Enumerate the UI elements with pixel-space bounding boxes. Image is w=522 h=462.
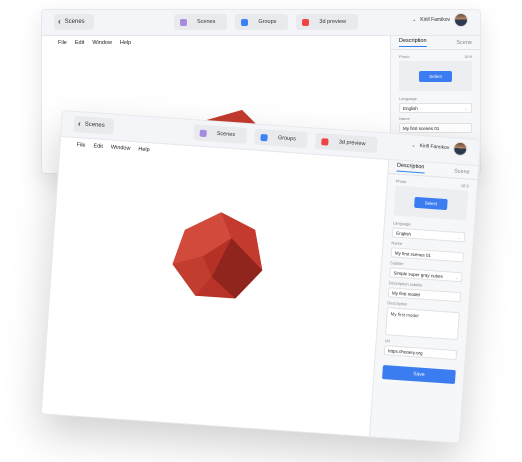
menu-file[interactable]: File	[58, 40, 67, 46]
menu-edit[interactable]: Edit	[75, 40, 84, 46]
tab-scenes-label: Scenes	[216, 130, 236, 139]
menu-window[interactable]: Window	[92, 40, 112, 46]
photo-label: Photo	[395, 178, 407, 185]
back-button-label: Scenes	[84, 121, 105, 130]
language-select[interactable]: English ⌄	[399, 103, 472, 113]
back-button[interactable]: ‹ Scenes	[73, 115, 115, 135]
groups-icon	[260, 133, 269, 141]
tab-description[interactable]: Description	[399, 38, 427, 47]
tab-scenes-label: Scenes	[197, 19, 216, 25]
tab-scenes[interactable]: Scenes	[193, 124, 248, 144]
select-photo-button[interactable]: Select	[414, 196, 448, 210]
chevron-down-icon: ⌄	[457, 234, 462, 240]
chevron-down-icon: ⌄	[411, 142, 416, 149]
description-subtitle-value: My first model	[391, 289, 421, 297]
tab-3d-preview-label: 3d preview	[319, 19, 347, 25]
chevron-left-icon: ‹	[77, 119, 82, 129]
subtitle-value: Simple super gray cubes	[393, 270, 444, 279]
tab-3d-preview[interactable]: 3d preview	[296, 14, 359, 30]
avatar	[454, 13, 468, 27]
back-button-label: Scenes	[64, 19, 85, 25]
front-window: ‹ Scenes Scenes Groups 3d preview ⌄ Kiri…	[40, 110, 481, 444]
name-label: Name	[399, 116, 410, 121]
url-value: https://hooery.org	[387, 347, 423, 356]
menu-window[interactable]: Window	[111, 145, 131, 152]
tab-3d-preview-label: 3d preview	[338, 139, 366, 148]
name-field[interactable]: My first scenes 01	[399, 123, 472, 133]
save-button[interactable]: Save	[382, 365, 456, 385]
groups-icon	[241, 18, 249, 26]
tab-scene[interactable]: Scene	[454, 168, 470, 175]
menu-edit[interactable]: Edit	[93, 143, 103, 150]
tab-groups-label: Groups	[277, 135, 297, 143]
menu-file[interactable]: File	[76, 142, 85, 149]
tab-scenes[interactable]: Scenes	[174, 14, 228, 30]
tab-groups-label: Groups	[258, 19, 277, 25]
dodecahedron-model[interactable]	[155, 193, 282, 311]
menu-help[interactable]: Help	[120, 40, 131, 46]
user-name: Kirill Famikov	[420, 17, 450, 23]
tab-3d-preview[interactable]: 3d preview	[315, 132, 378, 154]
panel-tabs: Description Scene	[391, 36, 480, 50]
description-textarea[interactable]: My first model	[385, 307, 460, 341]
chevron-down-icon: ⌄	[464, 105, 468, 111]
properties-panel: Description Scene Photo 16:9 Select Langu…	[368, 159, 479, 443]
menu-bar: File Edit Window Help	[42, 36, 392, 50]
back-button[interactable]: ‹ Scenes	[54, 14, 94, 30]
photo-dropzone[interactable]: Select	[399, 61, 472, 91]
photo-dropzone[interactable]: Select	[393, 185, 469, 221]
language-value: English	[403, 105, 418, 111]
photo-label: Photo	[399, 54, 410, 59]
3d-preview-icon	[321, 137, 330, 146]
menu-help[interactable]: Help	[138, 146, 150, 153]
avatar	[452, 141, 468, 157]
tab-groups[interactable]: Groups	[235, 14, 289, 30]
scenes-icon	[199, 129, 207, 137]
tab-scene[interactable]: Scene	[456, 40, 472, 46]
top-bar: ‹ Scenes Scenes Groups 3d preview ⌄ Kiri…	[42, 10, 480, 36]
language-label: Language	[399, 96, 417, 101]
stage: ‹ Scenes Scenes Groups 3d preview ⌄ Kiri…	[0, 0, 522, 462]
scenes-icon	[180, 18, 187, 26]
photo-row: Photo 16:9	[399, 54, 472, 59]
name-value: My first scenes 01	[394, 250, 432, 258]
chevron-left-icon: ‹	[58, 17, 61, 26]
name-value: My first scenes 01	[403, 125, 440, 131]
tab-description[interactable]: Description	[396, 162, 425, 174]
language-value: English	[396, 230, 412, 237]
photo-ratio[interactable]: 16:9	[461, 183, 469, 189]
user-menu[interactable]: ⌄ Kirill Famikov	[411, 138, 468, 157]
chevron-down-icon: ⌄	[454, 274, 459, 280]
viewport[interactable]	[41, 150, 410, 438]
chevron-down-icon: ⌄	[412, 17, 417, 23]
main-tabs: Scenes Groups 3d preview	[174, 14, 359, 30]
tab-groups[interactable]: Groups	[254, 128, 309, 149]
3d-preview-icon	[302, 18, 310, 26]
photo-ratio[interactable]: 16:9	[464, 54, 472, 59]
user-menu[interactable]: ⌄ Kirill Famikov	[412, 13, 468, 27]
user-name: Kirill Famikov	[419, 143, 450, 152]
select-photo-button[interactable]: Select	[419, 70, 452, 82]
